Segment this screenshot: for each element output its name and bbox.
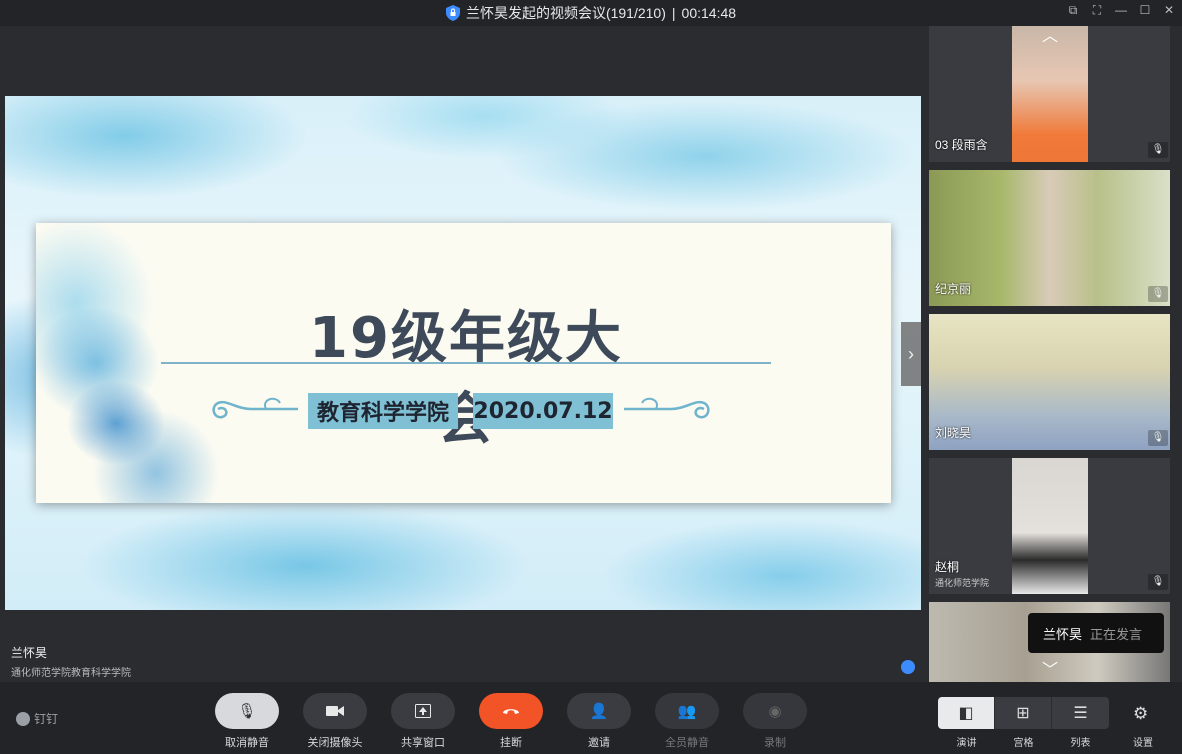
camera-icon [326,706,344,716]
date-label: 2020.07.12 [473,393,613,429]
meeting-toolbar: 钉钉 🎙 取消静音 关闭摄像头 共享窗口 挂断 👤 邀请 👥 全员静音 ◉ 录制… [0,682,1182,754]
swirl-ornament-left [212,397,299,419]
mic-off-icon: 🎙 [237,703,257,720]
shield-icon [445,5,460,21]
list-layout-icon: ☰ [1073,705,1088,722]
screen-share-icon[interactable] [901,660,915,674]
record-icon: ◉ [768,703,782,720]
record-label: 录制 [764,737,786,749]
shared-screen-stage: 19级年级大会 教育科学学院 2020.07.12 › 兰怀昊 通化师范学院教育… [5,26,921,682]
window-title: 兰怀昊发起的视频会议(191/210) | 00:14:48 [0,0,1182,26]
participant-name: 纪京丽 [935,282,972,296]
mute-all-button[interactable]: 👥 [655,693,719,729]
swirl-ornament-right [623,397,710,419]
active-speaker-name: 兰怀昊 [1043,626,1083,642]
mute-all-icon: 👥 [677,703,697,720]
fullscreen-icon[interactable]: ⛶ [1090,3,1104,17]
participant-org: 通化师范学院 [935,578,990,588]
presenter-name: 兰怀昊 [11,646,48,660]
speaker-view-button[interactable]: ◧ [938,697,995,729]
list-view-button[interactable]: ☰ [1052,697,1109,729]
record-button[interactable]: ◉ [743,693,807,729]
camera-off-label: 关闭摄像头 [307,737,363,749]
next-page-arrow-icon[interactable]: › [901,322,921,386]
camera-off-button[interactable] [303,693,367,729]
participant-name: 03 段雨含 [935,138,988,152]
active-speaker-status: 正在发言 [1090,626,1143,642]
popout-icon[interactable]: ⧉ [1066,3,1080,17]
grid-view-button[interactable]: ⊞ [995,697,1052,729]
slide-card: 19级年级大会 教育科学学院 2020.07.12 [36,223,891,503]
add-user-icon: 👤 [589,703,609,720]
speaker-layout-icon: ◧ [958,705,974,722]
dingtalk-logo-icon [16,711,30,726]
grid-layout-icon: ⊞ [1016,705,1030,722]
invite-button[interactable]: 👤 [567,693,631,729]
participant-name: 赵桐 [935,560,960,574]
invite-label: 邀请 [588,737,610,749]
speaker-view-label: 演讲 [956,738,977,749]
active-speaker-popup: 兰怀昊 正在发言 [1028,613,1164,653]
participant-tile[interactable]: 赵桐 通化师范学院 🎙 [929,458,1170,594]
participant-tile[interactable]: 纪京丽 🎙 [929,170,1170,306]
share-icon [415,704,431,718]
participant-name: 刘晓昊 [935,426,972,440]
minimize-icon[interactable]: — [1114,3,1128,17]
participant-tile[interactable]: 刘晓昊 🎙 [929,314,1170,450]
participant-panel: ︿ 03 段雨含 🎙 纪京丽 🎙 刘晓昊 🎙 赵桐 通化师范学院 🎙 ﹀ [929,26,1170,682]
participant-video [1012,458,1088,594]
share-window-button[interactable] [391,693,455,729]
brand-label: 钉钉 [34,712,59,726]
share-window-label: 共享窗口 [401,737,445,749]
hangup-label: 挂断 [500,737,522,749]
scroll-up-icon[interactable]: ︿ [1033,28,1067,46]
view-switcher: ◧ ⊞ ☰ [938,697,1109,729]
mute-all-label: 全员静音 [665,737,709,749]
slide-title: 19级年级大会 [309,306,623,452]
scroll-down-icon[interactable]: ﹀ [1033,662,1067,680]
maximize-icon[interactable]: ☐ [1138,3,1152,17]
title-bar: 兰怀昊发起的视频会议(191/210) | 00:14:48 ⧉ ⛶ — ☐ ✕ [0,0,1182,26]
hangup-icon [503,709,519,714]
settings-gear-icon[interactable]: ⚙ [1133,704,1148,724]
presenter-org: 通化师范学院教育科学学院 [11,668,131,679]
mic-muted-icon: 🎙 [1148,574,1168,590]
school-label: 教育科学学院 [308,393,458,429]
mic-muted-icon: 🎙 [1148,142,1168,158]
hangup-button[interactable] [479,693,543,729]
list-view-label: 列表 [1070,738,1091,749]
close-icon[interactable]: ✕ [1162,3,1176,17]
meeting-timer: 00:14:48 [681,5,737,21]
meeting-title: 兰怀昊发起的视频会议(191/210) [465,5,666,21]
title-separator: | [671,5,676,21]
window-controls: ⧉ ⛶ — ☐ ✕ [1066,3,1176,17]
title-divider [161,362,771,364]
unmute-label: 取消静音 [225,737,269,749]
unmute-button[interactable]: 🎙 [215,693,279,729]
mic-muted-icon: 🎙 [1148,430,1168,446]
grid-view-label: 宫格 [1013,738,1034,749]
participant-video [1012,26,1088,162]
brand: 钉钉 [16,710,58,727]
participant-tile[interactable]: ︿ 03 段雨含 🎙 [929,26,1170,162]
settings-label: 设置 [1133,738,1153,749]
mic-muted-icon: 🎙 [1148,286,1168,302]
shared-slide: 19级年级大会 教育科学学院 2020.07.12 [5,96,921,610]
